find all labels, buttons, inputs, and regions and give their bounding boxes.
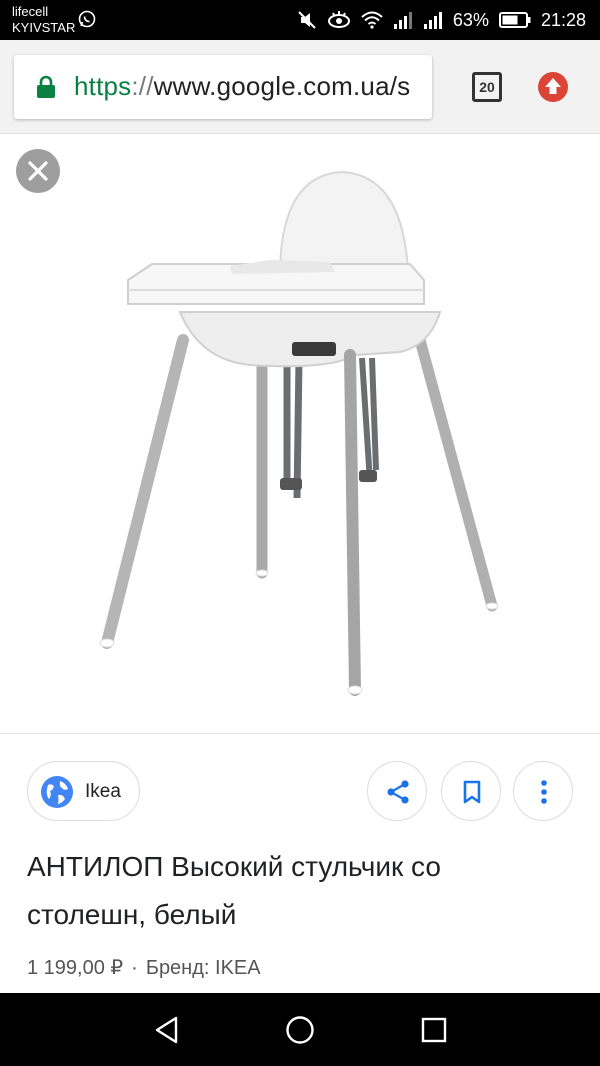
home-icon[interactable] (285, 1015, 315, 1045)
whatsapp-icon (78, 10, 96, 28)
browser-toolbar: https://www.google.com.ua/s 20 (0, 40, 600, 134)
carrier-1-label: lifecell (12, 4, 49, 19)
update-button[interactable] (538, 72, 568, 102)
carrier-2-label: KYIVSTAR (12, 20, 76, 35)
bookmark-icon (463, 780, 481, 804)
share-button[interactable] (367, 761, 427, 821)
address-bar[interactable]: https://www.google.com.ua/s (14, 55, 432, 119)
signal-icon-2 (423, 12, 442, 29)
source-chip[interactable]: Ikea (27, 761, 140, 821)
save-button[interactable] (441, 761, 501, 821)
back-icon[interactable] (153, 1015, 181, 1045)
price: 1 199,00 ₽ (27, 957, 124, 979)
close-button[interactable] (16, 149, 60, 193)
battery-icon (498, 12, 531, 28)
source-label: Ikea (85, 781, 121, 802)
clock: 21:28 (540, 9, 586, 30)
carrier-info: lifecell KYIVSTAR (12, 4, 96, 36)
tab-switcher-button[interactable]: 20 (472, 72, 502, 102)
meta-separator: · (131, 957, 138, 979)
lock-icon (37, 75, 55, 98)
brand: Бренд: IKEA (145, 957, 261, 979)
recents-icon[interactable] (420, 1015, 448, 1045)
globe-icon (41, 776, 73, 808)
url-separator: :// (131, 71, 154, 101)
status-bar: lifecell KYIVSTAR 63% 21:28 (0, 0, 600, 40)
url-scheme: https (74, 71, 132, 101)
url-text[interactable]: https://www.google.com.ua/s (74, 71, 410, 102)
eye-comfort-icon (327, 11, 350, 28)
close-icon (28, 161, 48, 181)
signal-icon-1 (393, 12, 412, 29)
divider (0, 733, 600, 734)
more-vert-icon (541, 780, 547, 804)
image-viewer (0, 135, 600, 733)
result-title[interactable]: АНТИЛОП Высокий стульчик со столешн, бел… (27, 843, 567, 939)
result-meta: 1 199,00 ₽ · Бренд: IKEA (27, 955, 261, 980)
update-arrow-icon (545, 78, 561, 94)
mute-icon (298, 11, 316, 29)
navigation-bar (0, 993, 600, 1066)
wifi-icon (361, 11, 383, 29)
battery-percent: 63% (452, 9, 489, 30)
more-options-button[interactable] (513, 761, 573, 821)
product-image[interactable] (90, 165, 510, 705)
share-icon (387, 780, 409, 804)
status-icons: 63% 21:28 (297, 8, 586, 32)
url-host: www.google.com.ua/s (153, 71, 411, 101)
